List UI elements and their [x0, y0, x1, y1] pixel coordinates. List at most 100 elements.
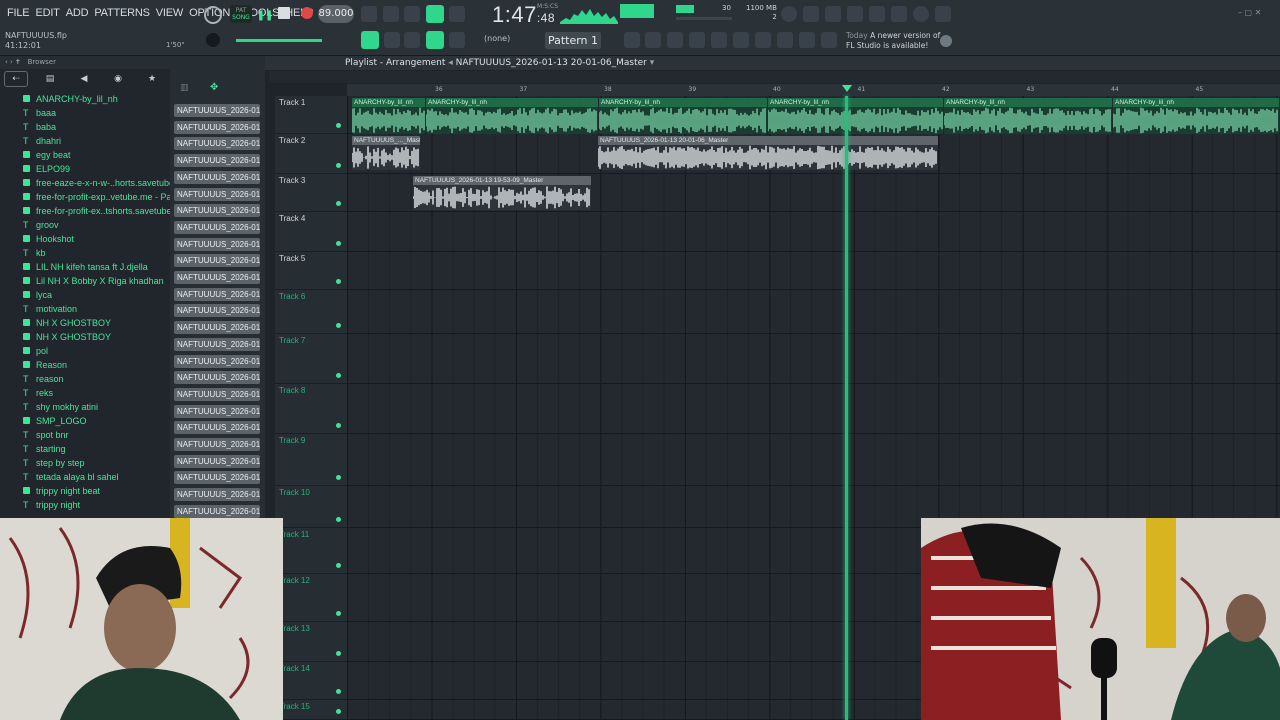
- help-icon[interactable]: [847, 6, 863, 22]
- track-header[interactable]: Track 6: [275, 290, 347, 334]
- picker-clip[interactable]: NAFTUUUUS_2026-01-13...: [174, 104, 260, 117]
- snap-icon[interactable]: [404, 32, 420, 48]
- track-lane[interactable]: [347, 434, 1280, 486]
- picker-clip[interactable]: NAFTUUUUS_2026-01-13...: [174, 504, 260, 518]
- browser-item[interactable]: Hookshot: [0, 232, 170, 246]
- browser-item[interactable]: LIL NH kifeh tansa ft J.djella: [0, 260, 170, 274]
- picker-resize-icon[interactable]: ✥: [210, 82, 218, 93]
- picker-clip[interactable]: NAFTUUUUS_2026-01-13...: [174, 454, 260, 468]
- tempo-display[interactable]: 89.000: [318, 5, 354, 23]
- browser-item[interactable]: Lil NH X Bobby X Riga khadhan: [0, 274, 170, 288]
- audio-clip[interactable]: ANARCHY-by_lil_nh: [1113, 98, 1279, 134]
- menu-add[interactable]: ADD: [63, 7, 92, 19]
- picker-clip[interactable]: NAFTUUUUS_2026-01-13...: [174, 404, 260, 418]
- track-enable-led[interactable]: [336, 373, 341, 378]
- window-controls[interactable]: – ▢ ✕: [1238, 8, 1261, 17]
- globe-icon[interactable]: [940, 35, 952, 47]
- browser-item[interactable]: Tmotivation: [0, 302, 170, 316]
- download-icon[interactable]: [935, 6, 951, 22]
- browser-item[interactable]: Tdhahri: [0, 134, 170, 148]
- browser-item[interactable]: SMP_LOGO: [0, 414, 170, 428]
- audio-clip[interactable]: NAFTUUUUS_2026-01-13 20-01-06_Master: [598, 136, 938, 170]
- microphone-icon[interactable]: [825, 6, 841, 22]
- track-header[interactable]: Track 1: [275, 96, 347, 134]
- draw-tool-icon[interactable]: [426, 31, 444, 49]
- browser-item[interactable]: free-for-profit-exp..vetube.me - Part_2: [0, 190, 170, 204]
- track-enable-led[interactable]: [336, 323, 341, 328]
- menu-edit[interactable]: EDIT: [32, 7, 62, 19]
- track-enable-led[interactable]: [336, 651, 341, 656]
- timeline-ruler[interactable]: 36 37 38 39 40 41 42 43 44 45: [347, 84, 1280, 96]
- browser-item[interactable]: NH X GHOSTBOY: [0, 316, 170, 330]
- piano-roll-icon[interactable]: [645, 32, 661, 48]
- browser-item[interactable]: Tbaba: [0, 120, 170, 134]
- master-pitch-knob[interactable]: [204, 6, 222, 24]
- browser-tab-project[interactable]: ▤: [38, 71, 62, 87]
- countdown-icon[interactable]: [404, 6, 420, 22]
- track-lane[interactable]: [347, 384, 1280, 434]
- channel-selector[interactable]: (none): [484, 34, 510, 43]
- audio-clip[interactable]: ANARCHY-by_lil_nh: [352, 98, 425, 134]
- browser-item[interactable]: Tstep by step: [0, 456, 170, 470]
- loop-record-icon[interactable]: [449, 6, 465, 22]
- browser-tab-all[interactable]: ⇠: [4, 71, 28, 87]
- track-enable-led[interactable]: [336, 279, 341, 284]
- picker-clip[interactable]: NAFTUUUUS_2026-01-13...: [174, 321, 260, 335]
- picker-clip[interactable]: NAFTUUUUS_2026-01-13...: [174, 220, 260, 234]
- browser-item[interactable]: Tstarting: [0, 442, 170, 456]
- cart-icon[interactable]: [821, 32, 837, 48]
- browser-item[interactable]: Treason: [0, 372, 170, 386]
- browser-item[interactable]: free-for-profit-ex..tshorts.savetube.me: [0, 204, 170, 218]
- picker-clip[interactable]: NAFTUUUUS_2026-01-13...: [174, 471, 260, 485]
- audio-clip[interactable]: ANARCHY-by_lil_nh: [768, 98, 943, 134]
- track-enable-led[interactable]: [336, 517, 341, 522]
- picker-clip[interactable]: NAFTUUUUS_2026-01-13...: [174, 421, 260, 435]
- audio-clip[interactable]: NAFTUUUUS_..._Master: [352, 136, 420, 170]
- track-enable-led[interactable]: [336, 123, 341, 128]
- mixer-icon[interactable]: [891, 6, 907, 22]
- track-header[interactable]: Track 10: [275, 486, 347, 528]
- picker-clip[interactable]: NAFTUUUUS_2026-01-13...: [174, 120, 260, 134]
- song-mode-toggle[interactable]: PAT SONG: [230, 5, 252, 23]
- track-lane[interactable]: [347, 252, 1280, 290]
- chat-icon[interactable]: [913, 6, 929, 22]
- track-header[interactable]: Track 8: [275, 384, 347, 434]
- browser-item[interactable]: Reason: [0, 358, 170, 372]
- audio-clip[interactable]: NAFTUUUUS_2026-01-13 19-53-09_Master: [413, 176, 591, 210]
- audio-clip[interactable]: ANARCHY-by_lil_nh: [944, 98, 1112, 134]
- track-header[interactable]: Track 13: [275, 622, 347, 662]
- menu-view[interactable]: VIEW: [153, 7, 186, 19]
- browser-tab-online[interactable]: ◉: [106, 71, 130, 87]
- paint-icon[interactable]: [449, 32, 465, 48]
- browser-item[interactable]: NH X GHOSTBOY: [0, 330, 170, 344]
- picker-clip[interactable]: NAFTUUUUS_2026-01-13...: [174, 354, 260, 368]
- browser-tab-favorites[interactable]: ★: [140, 71, 164, 87]
- playhead-marker-icon[interactable]: [842, 85, 852, 92]
- track-header[interactable]: Track 9: [275, 434, 347, 486]
- stamp-icon[interactable]: [799, 32, 815, 48]
- undo-icon[interactable]: [781, 6, 797, 22]
- track-enable-led[interactable]: [336, 611, 341, 616]
- record-button[interactable]: [301, 7, 313, 19]
- track-enable-led[interactable]: [336, 709, 341, 714]
- picker-clip[interactable]: NAFTUUUUS_2026-01-13...: [174, 337, 260, 351]
- play-button[interactable]: ❚❚: [257, 7, 274, 23]
- next-icon[interactable]: [384, 32, 400, 48]
- wait-input-icon[interactable]: [383, 6, 399, 22]
- pattern-selector[interactable]: Pattern 1: [545, 32, 601, 49]
- picker-clip[interactable]: NAFTUUUUS_2026-01-13...: [174, 170, 260, 184]
- browser-item[interactable]: Tgroov: [0, 218, 170, 232]
- track-header[interactable]: Track 15: [275, 700, 347, 720]
- browser-item[interactable]: Treks: [0, 386, 170, 400]
- audio-clip[interactable]: ANARCHY-by_lil_nh: [599, 98, 767, 134]
- track-header[interactable]: Track 11: [275, 528, 347, 574]
- master-volume-knob[interactable]: [206, 33, 220, 47]
- channel-rack-icon[interactable]: [667, 32, 683, 48]
- touch-icon[interactable]: [777, 32, 793, 48]
- track-enable-led[interactable]: [336, 201, 341, 206]
- menu-file[interactable]: FILE: [4, 7, 32, 19]
- picker-clip[interactable]: NAFTUUUUS_2026-01-13...: [174, 287, 260, 301]
- track-enable-led[interactable]: [336, 689, 341, 694]
- browser-item[interactable]: Tshy mokhy atini: [0, 400, 170, 414]
- picker-clip[interactable]: NAFTUUUUS_2026-01-13...: [174, 137, 260, 151]
